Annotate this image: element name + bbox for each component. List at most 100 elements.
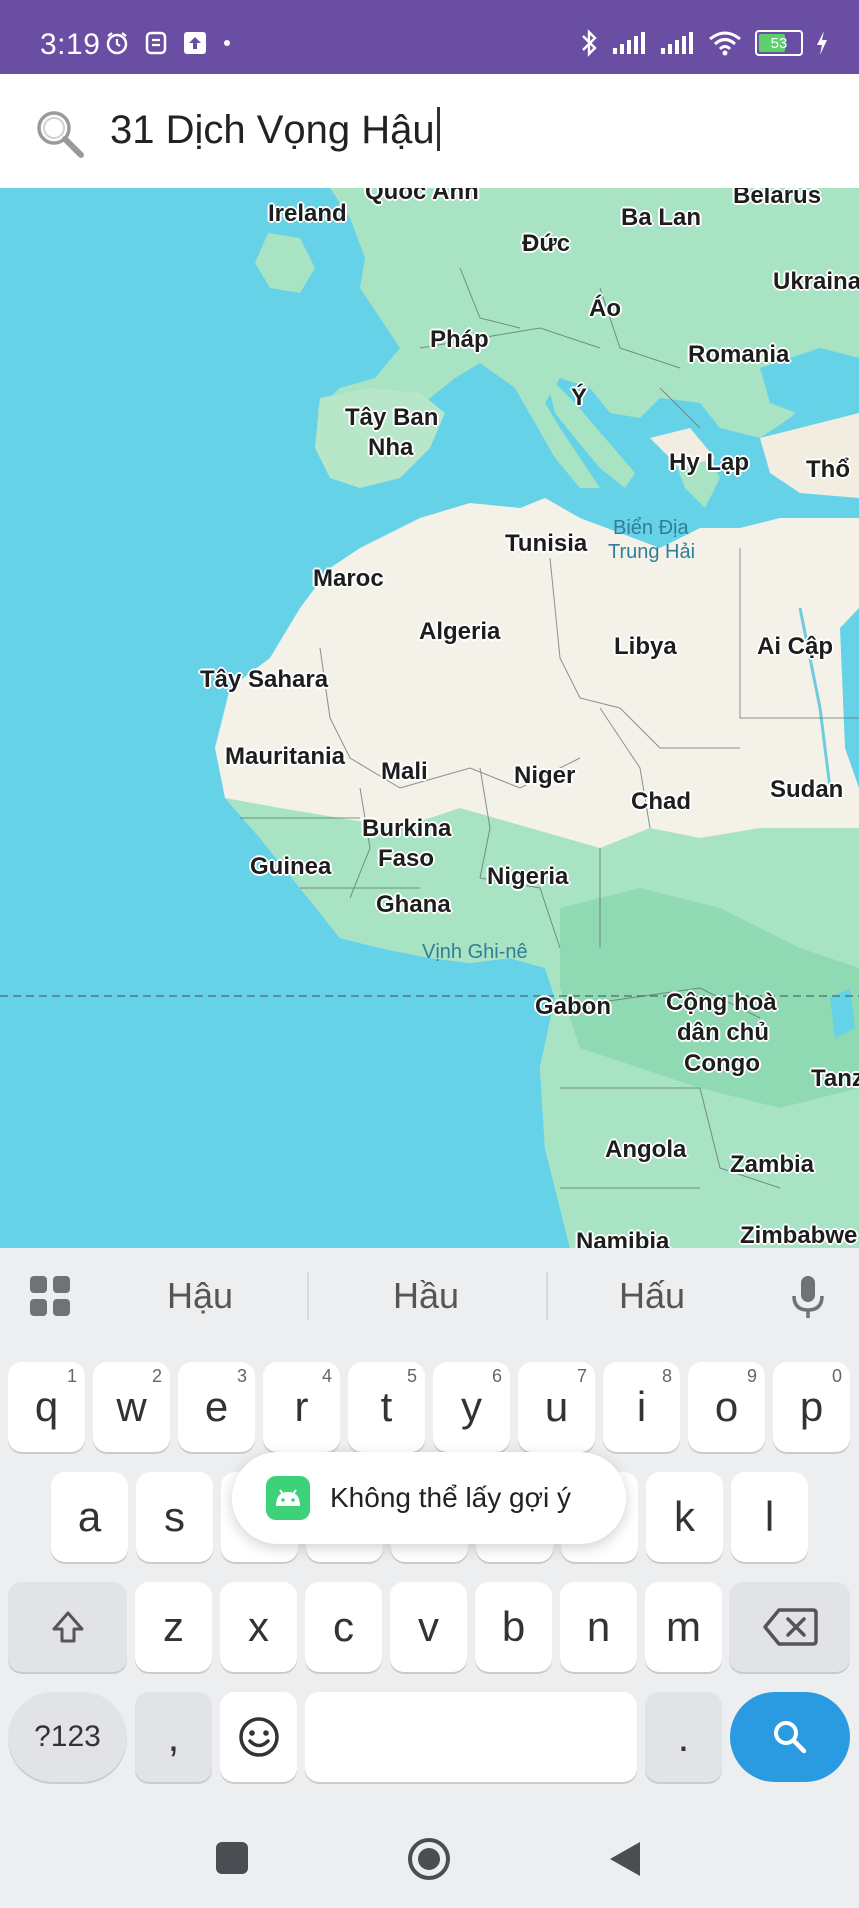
key-label: e [204, 1383, 229, 1430]
key-hint: 6 [491, 1366, 502, 1386]
signal-icon [613, 32, 645, 54]
map-view[interactable]: Quốc Anh Ireland Belarus Ba Lan Đức Ukra… [0, 188, 859, 1248]
map-label-vinh-ghi-ne: Vịnh Ghi-nê [422, 941, 528, 963]
dot-icon [224, 40, 230, 46]
upload-icon [184, 32, 206, 54]
map-label-burkina-1: Burkina [362, 815, 452, 842]
emoji-icon [238, 1717, 279, 1757]
map-label-bien-dia-trung-hai-1: Biển Địa [613, 517, 689, 539]
map-label-quoc-anh: Quốc Anh [365, 188, 479, 205]
map-label-tunisia: Tunisia [505, 530, 588, 557]
map-label-belarus: Belarus [733, 188, 822, 209]
key-hint: 9 [746, 1366, 757, 1386]
recent-apps-icon[interactable] [214, 1840, 250, 1876]
key-o[interactable]: o9 [688, 1362, 765, 1452]
map-label-algeria: Algeria [419, 618, 501, 645]
battery-level: 53 [770, 34, 788, 52]
key-b[interactable]: b [475, 1582, 552, 1672]
suggestion-2[interactable]: Hầu [336, 1268, 516, 1324]
status-bar: 3:19 53 [0, 0, 859, 74]
key-hint: 3 [236, 1366, 247, 1386]
map-label-bien-dia-trung-hai-2: Trung Hải [608, 541, 696, 563]
key-a[interactable]: a [51, 1472, 128, 1562]
key-p[interactable]: p0 [773, 1362, 850, 1452]
shift-key[interactable] [8, 1582, 127, 1672]
map-label-angola: Angola [605, 1136, 687, 1163]
map-label-sudan: Sudan [770, 776, 844, 803]
key-hint: 8 [661, 1366, 672, 1386]
key-x[interactable]: x [220, 1582, 297, 1672]
search-icon [37, 111, 84, 158]
key-label: o [714, 1383, 739, 1430]
map-label-hy-lap: Hy Lạp [669, 449, 750, 476]
microphone-icon[interactable] [788, 1272, 828, 1322]
map-label-phap: Pháp [430, 326, 489, 353]
key-v[interactable]: v [390, 1582, 467, 1672]
map-label-y: Ý [571, 384, 588, 411]
map-label-duc: Đức [522, 230, 571, 257]
map-label-congo-2: dân chủ [677, 1019, 770, 1046]
key-hint: 5 [406, 1366, 417, 1386]
key-e[interactable]: e3 [178, 1362, 255, 1452]
map-label-chad: Chad [631, 788, 691, 815]
suggestion-divider [307, 1272, 309, 1320]
suggestion-3[interactable]: Hấu [562, 1268, 742, 1324]
map-label-romania: Romania [688, 341, 790, 368]
key-m[interactable]: m [645, 1582, 722, 1672]
key-k[interactable]: k [646, 1472, 723, 1562]
key-l[interactable]: l [731, 1472, 808, 1562]
search-bar[interactable]: 31 Dịch Vọng Hậu [0, 74, 859, 188]
key-t[interactable]: t5 [348, 1362, 425, 1452]
map-label-zimbabwe: Zimbabwe [740, 1222, 858, 1248]
suggestion-divider [546, 1272, 548, 1320]
map-label-ao: Áo [589, 295, 621, 322]
bluetooth-icon [582, 29, 597, 57]
comma-key[interactable]: , [135, 1692, 212, 1782]
key-hint: 4 [321, 1366, 332, 1386]
suggestion-strip: Hậu Hầu Hấu [0, 1248, 859, 1344]
key-i[interactable]: i8 [603, 1362, 680, 1452]
key-z[interactable]: z [135, 1582, 212, 1672]
backspace-icon [762, 1608, 818, 1646]
map-label-burkina-2: Faso [378, 845, 435, 872]
period-key[interactable]: . [645, 1692, 722, 1782]
search-input-value: 31 Dịch Vọng Hậu [110, 108, 435, 152]
key-w[interactable]: w2 [93, 1362, 170, 1452]
apps-grid-icon[interactable] [28, 1274, 72, 1318]
map-label-zambia: Zambia [730, 1151, 815, 1178]
symbols-key[interactable]: ?123 [8, 1692, 127, 1782]
search-icon [774, 1721, 807, 1754]
map-label-nigeria: Nigeria [487, 863, 569, 890]
battery-icon: 53 [755, 30, 803, 56]
key-hint: 7 [576, 1366, 587, 1386]
key-n[interactable]: n [560, 1582, 637, 1672]
navigation-bar [0, 1808, 859, 1908]
key-label: u [544, 1383, 569, 1430]
emoji-key[interactable] [220, 1692, 297, 1782]
key-u[interactable]: u7 [518, 1362, 595, 1452]
key-c[interactable]: c [305, 1582, 382, 1672]
key-q[interactable]: q1 [8, 1362, 85, 1452]
map-label-ai-cap: Ai Cập [757, 633, 834, 660]
key-label: t [380, 1383, 393, 1430]
key-s[interactable]: s [136, 1472, 213, 1562]
map-label-ba-lan: Ba Lan [621, 204, 702, 231]
back-icon[interactable] [606, 1838, 644, 1880]
map-label-guinea: Guinea [250, 853, 332, 880]
key-y[interactable]: y6 [433, 1362, 510, 1452]
suggestion-1[interactable]: Hậu [110, 1268, 290, 1324]
home-icon[interactable] [406, 1836, 452, 1882]
search-input[interactable]: 31 Dịch Vọng Hậu [110, 107, 440, 153]
search-action-key[interactable] [730, 1692, 850, 1782]
map-label-mali: Mali [381, 758, 428, 785]
backspace-key[interactable] [729, 1582, 850, 1672]
map-label-congo-1: Cộng hoà [666, 989, 777, 1016]
map-label-congo-3: Congo [684, 1050, 760, 1077]
key-label: r [294, 1383, 309, 1430]
shift-icon [52, 1611, 83, 1643]
app-notification-icon [145, 31, 167, 55]
key-r[interactable]: r4 [263, 1362, 340, 1452]
space-key[interactable] [305, 1692, 637, 1782]
map-label-tay-ban-nha-1: Tây Ban [345, 404, 439, 431]
key-label: p [799, 1383, 824, 1430]
